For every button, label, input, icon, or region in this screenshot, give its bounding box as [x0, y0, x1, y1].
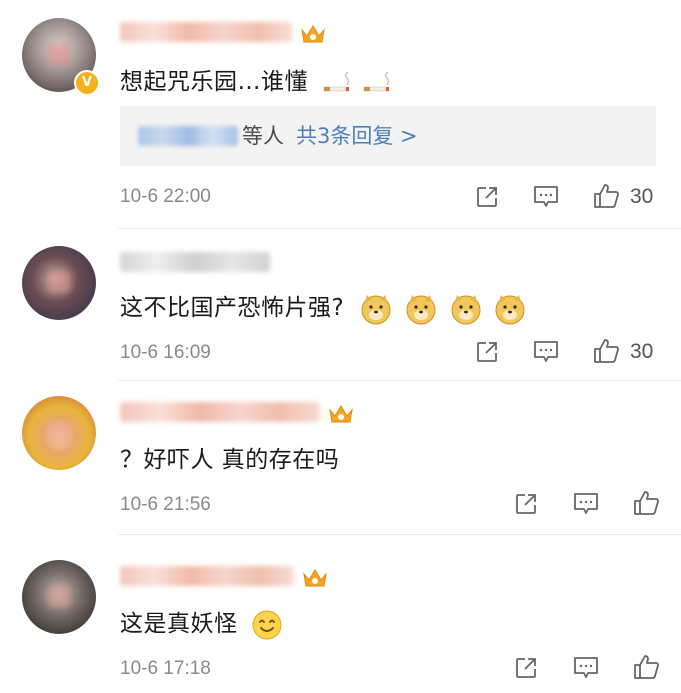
doge-icon	[406, 294, 436, 324]
comment-time: 10-6 22:00	[120, 186, 211, 207]
comment-icon[interactable]	[573, 656, 599, 680]
member-crown-icon	[301, 25, 325, 43]
like-count: 30	[630, 185, 654, 208]
username-blurred[interactable]	[120, 252, 270, 272]
avatar-blur	[48, 584, 70, 607]
username-blurred[interactable]	[120, 22, 292, 42]
comment-item[interactable]: ？好吓人 真的存在吗 10-6 21:56	[0, 380, 681, 532]
doge-icon	[361, 294, 391, 324]
comment-icon[interactable]	[533, 340, 559, 364]
username-blurred[interactable]	[120, 402, 320, 422]
avatar-blur	[48, 420, 70, 443]
comment-text: 这不比国产恐怖片强?	[120, 288, 526, 325]
like-icon[interactable]	[632, 489, 660, 517]
comment-item[interactable]: 这是真妖怪 10-6 17:18	[0, 534, 681, 693]
avatar-blur	[48, 270, 70, 293]
member-crown-icon	[303, 569, 327, 587]
avatar-blur	[48, 42, 70, 65]
like-icon[interactable]	[592, 182, 620, 210]
view-replies-link[interactable]: 共3条回复 >	[296, 124, 418, 148]
comment-time: 10-6 21:56	[120, 494, 211, 515]
cigarette-icon	[363, 70, 389, 91]
member-crown-icon	[329, 405, 353, 423]
comment-time: 10-6 16:09	[120, 342, 211, 363]
comment-item[interactable]: 这不比国产恐怖片强? 10-6 16:09 30	[0, 228, 681, 380]
share-icon[interactable]	[514, 492, 538, 516]
doge-icon	[495, 294, 525, 324]
comment-text: ？好吓人 真的存在吗	[120, 447, 340, 473]
avatar[interactable]	[22, 246, 96, 320]
doge-icon	[451, 294, 481, 324]
verified-badge-icon: V	[74, 70, 100, 96]
comment-item[interactable]: V 想起咒乐园…谁懂 等人 共3条回复 > 10-6 22:00 30	[0, 0, 681, 228]
share-icon[interactable]	[475, 340, 499, 364]
reply-preview-box[interactable]: 等人 共3条回复 >	[120, 106, 656, 166]
comment-icon[interactable]	[573, 492, 599, 516]
comment-text: 这是真妖怪	[120, 604, 283, 641]
smile-icon	[252, 610, 282, 639]
comment-icon[interactable]	[533, 185, 559, 209]
avatar[interactable]	[22, 560, 96, 634]
avatar[interactable]	[22, 396, 96, 470]
username-blurred[interactable]	[120, 566, 294, 586]
comment-time: 10-6 17:18	[120, 658, 211, 679]
reply-users-blurred	[138, 126, 238, 146]
comment-text: 想起咒乐园…谁懂	[120, 62, 392, 96]
like-icon[interactable]	[632, 653, 660, 681]
like-count: 30	[630, 340, 654, 363]
share-icon[interactable]	[475, 185, 499, 209]
like-icon[interactable]	[592, 337, 620, 365]
reply-summary: 等人 共3条回复 >	[242, 124, 418, 148]
cigarette-icon	[323, 70, 350, 91]
share-icon[interactable]	[514, 656, 538, 680]
